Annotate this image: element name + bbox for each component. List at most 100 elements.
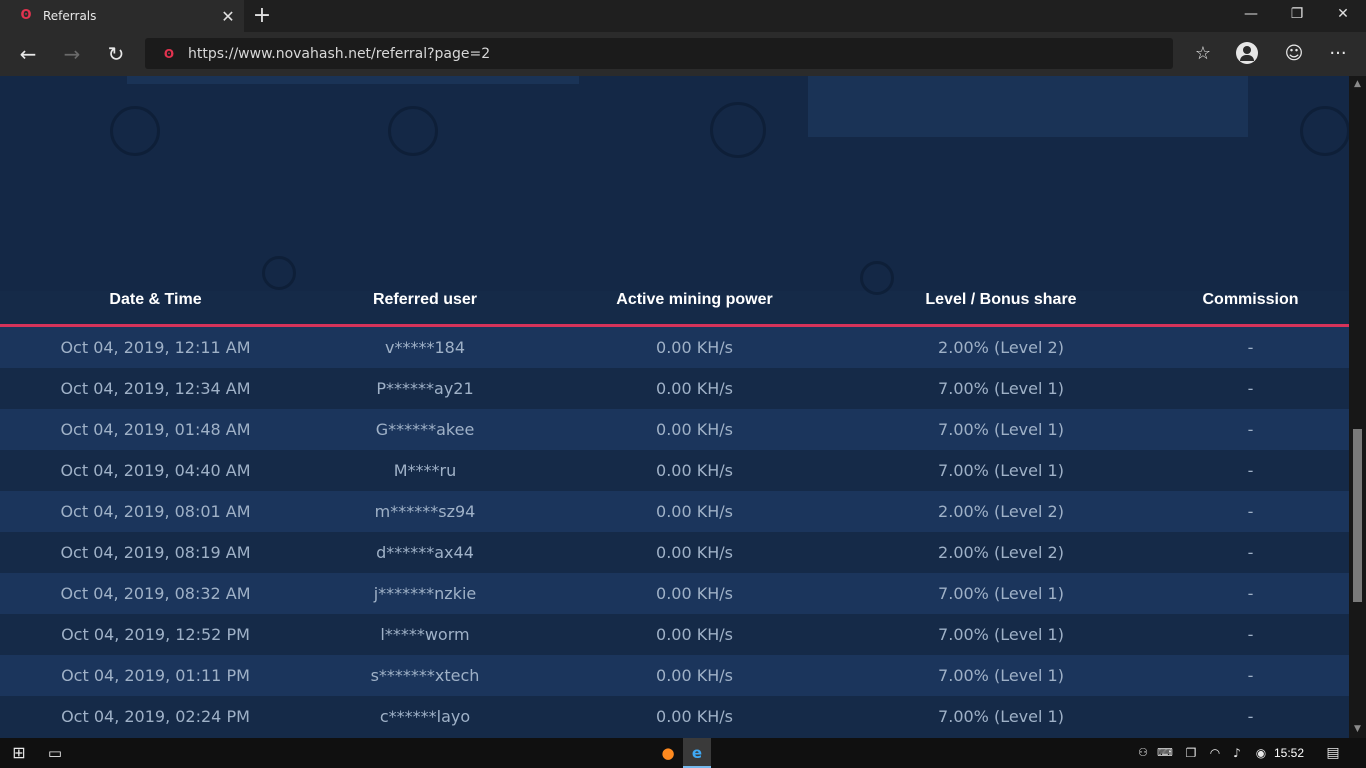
wifi-icon[interactable]: ◠ bbox=[1206, 738, 1224, 768]
feedback-icon[interactable]: ☺ bbox=[1277, 38, 1311, 70]
user-cell: d******ax44 bbox=[376, 543, 474, 562]
task-view-icon[interactable]: ▭ bbox=[42, 738, 68, 768]
power-cell: 0.00 KH/s bbox=[656, 666, 733, 685]
scroll-thumb[interactable] bbox=[1353, 429, 1362, 602]
back-button[interactable]: ← bbox=[12, 38, 44, 70]
favorites-icon[interactable]: ☆ bbox=[1186, 38, 1220, 70]
bitcoin-decoration-icon bbox=[388, 106, 438, 156]
forward-button[interactable]: → bbox=[56, 38, 88, 70]
user-cell: m******sz94 bbox=[374, 502, 476, 521]
header-commission[interactable]: Commission bbox=[1152, 284, 1349, 324]
power-cell: 0.00 KH/s bbox=[656, 625, 733, 644]
header-level-bonus[interactable]: Level / Bonus share bbox=[850, 284, 1152, 324]
firefox-icon[interactable]: ● bbox=[654, 738, 682, 768]
action-center-icon[interactable]: ▤ bbox=[1322, 738, 1344, 768]
windows-start-icon[interactable]: ⊞ bbox=[6, 738, 32, 768]
table-row: Oct 04, 2019, 02:24 PM c******layo 0.00 … bbox=[0, 696, 1349, 737]
commission-cell: - bbox=[1247, 625, 1254, 644]
header-referred-user[interactable]: Referred user bbox=[311, 284, 539, 324]
table-header: Date & Time Referred user Active mining … bbox=[0, 284, 1349, 324]
power-cell: 0.00 KH/s bbox=[656, 707, 733, 726]
table-row: Oct 04, 2019, 01:11 PM s*******xtech 0.0… bbox=[0, 655, 1349, 696]
power-cell: 0.00 KH/s bbox=[656, 338, 733, 357]
table-row: Oct 04, 2019, 12:11 AM v*****184 0.00 KH… bbox=[0, 327, 1349, 368]
scroll-up-icon[interactable]: ▲ bbox=[1349, 76, 1366, 93]
novahash-logo-icon: ʘ bbox=[20, 8, 32, 23]
date-cell: Oct 04, 2019, 01:11 PM bbox=[61, 666, 250, 685]
power-cell: 0.00 KH/s bbox=[656, 379, 733, 398]
tab-title: Referrals bbox=[43, 9, 97, 23]
coin-decoration-icon bbox=[710, 102, 766, 158]
tab-bar: ʘ Referrals ✕ + — ❐ ✕ bbox=[0, 0, 1366, 32]
commission-cell: - bbox=[1247, 338, 1254, 357]
level-cell: 2.00% (Level 2) bbox=[938, 338, 1064, 357]
power-cell: 0.00 KH/s bbox=[656, 461, 733, 480]
user-cell: s*******xtech bbox=[370, 666, 480, 685]
date-cell: Oct 04, 2019, 12:52 PM bbox=[61, 625, 250, 644]
address-bar[interactable]: ʘ https://www.novahash.net/referral?page… bbox=[145, 38, 1173, 69]
table-row: Oct 04, 2019, 08:19 AM d******ax44 0.00 … bbox=[0, 532, 1349, 573]
level-cell: 2.00% (Level 2) bbox=[938, 543, 1064, 562]
power-cell: 0.00 KH/s bbox=[656, 502, 733, 521]
commission-cell: - bbox=[1247, 584, 1254, 603]
power-cell: 0.00 KH/s bbox=[656, 584, 733, 603]
level-cell: 2.00% (Level 2) bbox=[938, 502, 1064, 521]
people-tray-icon[interactable]: ⚇ bbox=[1134, 738, 1152, 768]
user-cell: v*****184 bbox=[384, 338, 465, 357]
profile-icon[interactable] bbox=[1236, 42, 1258, 64]
header-date-time[interactable]: Date & Time bbox=[0, 284, 311, 324]
table-row: Oct 04, 2019, 08:01 AM m******sz94 0.00 … bbox=[0, 491, 1349, 532]
level-cell: 7.00% (Level 1) bbox=[938, 625, 1064, 644]
date-cell: Oct 04, 2019, 08:19 AM bbox=[60, 543, 251, 562]
header-mining-power[interactable]: Active mining power bbox=[539, 284, 850, 324]
bitcoin-decoration-icon bbox=[110, 106, 160, 156]
table-row: Oct 04, 2019, 12:52 PM l*****worm 0.00 K… bbox=[0, 614, 1349, 655]
minimize-button[interactable]: — bbox=[1228, 0, 1274, 32]
level-cell: 7.00% (Level 1) bbox=[938, 461, 1064, 480]
date-cell: Oct 04, 2019, 12:11 AM bbox=[60, 338, 251, 357]
commission-cell: - bbox=[1247, 666, 1254, 685]
commission-cell: - bbox=[1247, 543, 1254, 562]
referral-table-body: Oct 04, 2019, 12:11 AM v*****184 0.00 KH… bbox=[0, 327, 1349, 737]
site-icon: ʘ bbox=[163, 46, 175, 61]
url-text[interactable]: https://www.novahash.net/referral?page=2 bbox=[188, 46, 490, 62]
edge-icon[interactable]: e bbox=[683, 738, 711, 768]
page-content: Date & Time Referred user Active mining … bbox=[0, 76, 1349, 738]
table-row: Oct 04, 2019, 08:32 AM j*******nzkie 0.0… bbox=[0, 573, 1349, 614]
volume-icon[interactable]: ♪ bbox=[1228, 738, 1246, 768]
scroll-down-icon[interactable]: ▼ bbox=[1349, 721, 1366, 738]
table-row: Oct 04, 2019, 12:34 AM P******ay21 0.00 … bbox=[0, 368, 1349, 409]
level-cell: 7.00% (Level 1) bbox=[938, 584, 1064, 603]
info-panel-left bbox=[127, 76, 579, 84]
level-cell: 7.00% (Level 1) bbox=[938, 707, 1064, 726]
user-cell: M****ru bbox=[393, 461, 457, 480]
new-tab-button[interactable]: + bbox=[250, 3, 274, 29]
power-cell: 0.00 KH/s bbox=[656, 543, 733, 562]
date-cell: Oct 04, 2019, 12:34 AM bbox=[60, 379, 251, 398]
user-cell: G******akee bbox=[375, 420, 475, 439]
input-tray-icon[interactable]: ⌨ bbox=[1156, 738, 1174, 768]
commission-cell: - bbox=[1247, 502, 1254, 521]
date-cell: Oct 04, 2019, 02:24 PM bbox=[61, 707, 250, 726]
window-tray-icon[interactable]: ❐ bbox=[1182, 738, 1200, 768]
close-tab-icon[interactable]: ✕ bbox=[218, 7, 238, 26]
level-cell: 7.00% (Level 1) bbox=[938, 666, 1064, 685]
date-cell: Oct 04, 2019, 08:32 AM bbox=[60, 584, 251, 603]
commission-cell: - bbox=[1247, 461, 1254, 480]
table-row: Oct 04, 2019, 04:40 AM M****ru 0.00 KH/s… bbox=[0, 450, 1349, 491]
coin-decoration-icon bbox=[1300, 106, 1349, 156]
vertical-scrollbar[interactable]: ▲ ▼ bbox=[1349, 76, 1366, 738]
commission-cell: - bbox=[1247, 420, 1254, 439]
close-window-button[interactable]: ✕ bbox=[1320, 0, 1366, 32]
navigation-bar: ← → ↻ ʘ https://www.novahash.net/referra… bbox=[0, 32, 1366, 76]
user-cell: P******ay21 bbox=[376, 379, 474, 398]
taskbar-clock[interactable]: 15:52 bbox=[1274, 738, 1304, 768]
tray-app-icon[interactable]: ◉ bbox=[1252, 738, 1270, 768]
restore-button[interactable]: ❐ bbox=[1274, 0, 1320, 32]
refresh-button[interactable]: ↻ bbox=[100, 38, 132, 70]
tab-referrals[interactable]: ʘ Referrals ✕ bbox=[0, 0, 244, 32]
windows-taskbar: ⊞ ▭ ● e ⚇ ⌨ ❐ ◠ ♪ ◉ 15:52 ▤ bbox=[0, 738, 1366, 768]
level-cell: 7.00% (Level 1) bbox=[938, 420, 1064, 439]
more-menu-icon[interactable]: ··· bbox=[1321, 38, 1355, 70]
date-cell: Oct 04, 2019, 04:40 AM bbox=[60, 461, 251, 480]
